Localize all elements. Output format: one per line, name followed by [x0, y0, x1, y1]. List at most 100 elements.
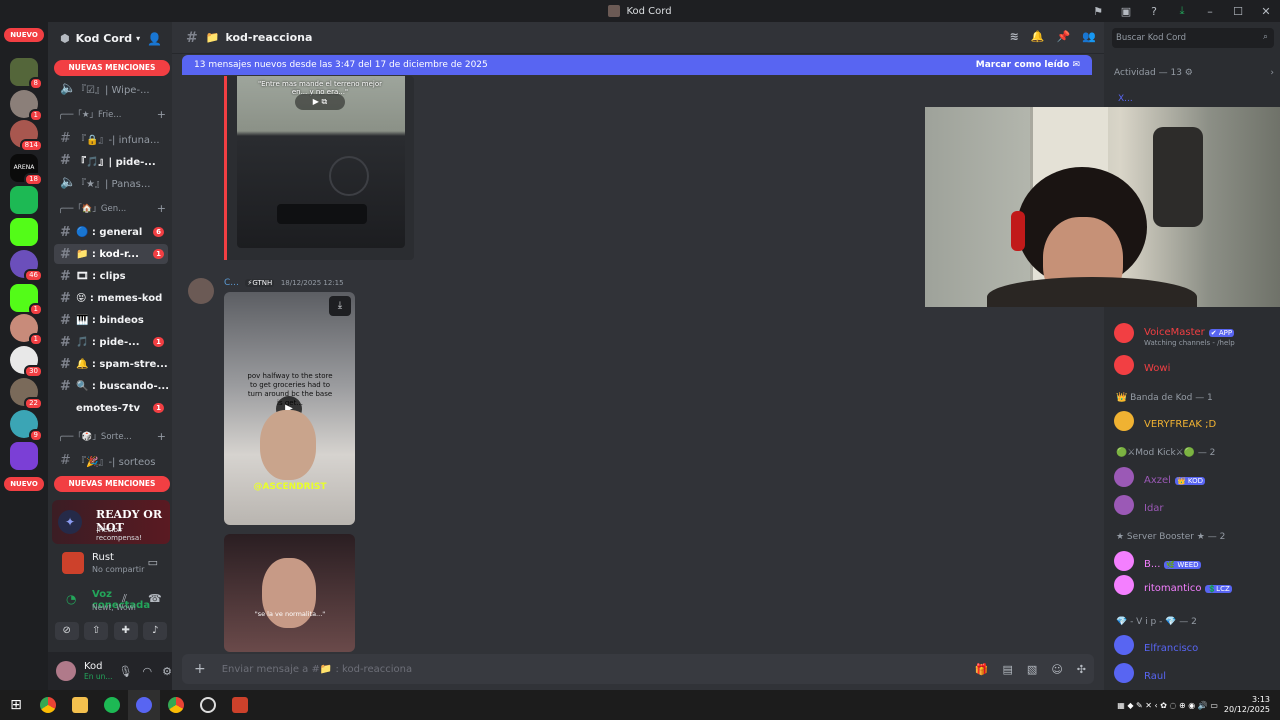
noise-suppression-icon[interactable]: ⫽	[122, 592, 127, 606]
member-list-icon[interactable]: 👥	[1082, 30, 1096, 43]
channel-item[interactable]: 🔈 『★』| Panas...	[54, 172, 168, 192]
add-channel-icon[interactable]: +	[157, 108, 166, 121]
server-icon-kick[interactable]	[10, 186, 38, 214]
channel-category[interactable]: ╭──「🎲」Sorte... +	[58, 430, 168, 443]
channel-item[interactable]: 🔈 『☑』| Wipe-...	[54, 78, 168, 98]
channel-item[interactable]: # 『🎉』-| sorteos	[54, 450, 168, 470]
video-1[interactable]: "Entre mas mande el terreno mejor en... …	[237, 76, 405, 248]
member-item[interactable]: Raul	[1114, 662, 1274, 684]
sticker-icon[interactable]: ▧	[1027, 663, 1037, 676]
channel-item[interactable]: # 🎹 : bindeos	[54, 310, 168, 330]
server-icon-8[interactable]: 1	[10, 284, 43, 316]
mark-as-read-button[interactable]: Marcar como leído ✉	[976, 60, 1080, 70]
avatar[interactable]	[56, 661, 76, 681]
microphone-icon[interactable]: 🎙	[119, 665, 133, 678]
guild-header[interactable]: ⬢ Kod Cord ▾ 👤	[48, 22, 172, 54]
member-item[interactable]: ritomantico 💲LCZ	[1114, 574, 1274, 596]
activity-first-item[interactable]: X...	[1118, 94, 1133, 104]
activities-icon[interactable]: ✚	[113, 622, 138, 640]
server-icon-11[interactable]: 22	[10, 378, 43, 410]
avatar[interactable]	[188, 278, 214, 304]
member-item[interactable]: VoiceMaster ✔ APP Watching channels - /hel…	[1114, 322, 1274, 347]
new-servers-pill-bottom[interactable]: NUEVO	[4, 477, 44, 491]
add-attachment-icon[interactable]: +	[194, 661, 206, 677]
headphones-icon[interactable]: ◠	[143, 665, 153, 678]
new-mentions-pill-top[interactable]: NUEVAS MENCIONES	[54, 60, 170, 76]
gif-icon[interactable]: ▤	[1003, 663, 1013, 676]
video-3[interactable]: "se la ve normalita..."	[224, 534, 355, 652]
gift-icon[interactable]: 🎁	[975, 663, 989, 676]
server-icon-arena[interactable]: ARENA 18	[10, 154, 43, 186]
game-promo-card[interactable]: ✦ READY OR NOT ¡Recibir recompensa!	[52, 500, 170, 544]
tray-icons[interactable]: ▦ ◆ ✎ ✕ ‹ ✿ ◌ ⊕ ◉ 🔊 ▭	[1117, 701, 1218, 710]
notification-bell-icon[interactable]: 🔔	[1031, 30, 1045, 43]
server-icon-3[interactable]: 814	[10, 120, 43, 152]
add-channel-icon[interactable]: +	[157, 202, 166, 215]
chrome-icon[interactable]	[32, 690, 64, 720]
spotify-icon[interactable]	[96, 690, 128, 720]
video-2[interactable]: ⤓ pov halfway to the store to get grocer…	[224, 292, 355, 525]
server-icon-7[interactable]: 46	[10, 250, 43, 282]
server-icon-10[interactable]: 30	[10, 346, 43, 378]
message-author[interactable]: C...	[224, 278, 239, 288]
settings-icon[interactable]: ⚙	[162, 665, 172, 678]
new-messages-bar[interactable]: 13 mensajes nuevos desde las 3:47 del 17…	[182, 55, 1092, 75]
file-explorer-icon[interactable]	[64, 690, 96, 720]
message-composer[interactable]: + Enviar mensaje a #📁 : kod-reacciona 🎁 …	[182, 654, 1094, 684]
clock[interactable]: 3:13 20/12/2025	[1224, 695, 1270, 715]
new-mentions-pill-bottom[interactable]: NUEVAS MENCIONES	[54, 476, 170, 492]
server-icon-12[interactable]: 9	[10, 410, 43, 442]
camera-off-icon[interactable]: ⊘	[54, 622, 79, 640]
channel-item[interactable]: # 🔍 : buscando-...	[54, 376, 168, 396]
channel-item[interactable]: # 🔔 : spam-stre...	[54, 354, 168, 374]
soundboard-icon[interactable]: ♪	[143, 622, 168, 640]
member-item[interactable]: B... 🌿 WEED	[1114, 550, 1274, 572]
member-item[interactable]: VERYFREAK ;D	[1114, 410, 1274, 432]
obs-icon[interactable]	[192, 690, 224, 720]
activity-header[interactable]: Actividad — 13 ⚙ ›	[1114, 68, 1274, 78]
screen-share-icon[interactable]: ⇧	[84, 622, 109, 640]
server-icon-13[interactable]	[10, 442, 38, 470]
server-icon-1[interactable]: 8	[10, 58, 43, 90]
message-input[interactable]: Enviar mensaje a #📁 : kod-reacciona	[222, 664, 412, 675]
channel-item[interactable]: # 🔵 : general 6	[54, 222, 168, 242]
pin-icon[interactable]: 📌	[1057, 30, 1071, 43]
member-item[interactable]: Idar	[1114, 494, 1274, 516]
search-input[interactable]: Buscar Kod Cord	[1112, 28, 1274, 48]
apps-icon[interactable]: ✣	[1077, 663, 1086, 676]
member-item[interactable]: Wowi	[1114, 354, 1274, 376]
disconnect-icon[interactable]: ☎	[148, 592, 162, 605]
screen-icon[interactable]: ▣	[1112, 5, 1140, 18]
discord-icon[interactable]	[128, 690, 160, 720]
channel-item[interactable]: # 『🔒』-| infuna...	[54, 128, 168, 148]
server-icon-6[interactable]	[10, 218, 38, 246]
new-servers-pill-top[interactable]: NUEVO	[4, 28, 44, 42]
download-icon[interactable]: ⤓	[1168, 4, 1196, 18]
channel-category[interactable]: ╭──「🏠」Gen... +	[58, 202, 168, 215]
maximize-button[interactable]: ☐	[1224, 5, 1252, 18]
chrome-profile-icon[interactable]	[160, 690, 192, 720]
member-item[interactable]: Axzel 👑 KOD	[1114, 466, 1274, 488]
add-user-icon[interactable]: 👤	[147, 32, 162, 46]
member-item[interactable]: Elfrancisco	[1114, 634, 1274, 656]
server-icon-9[interactable]: 1	[10, 314, 43, 346]
minimize-button[interactable]: –	[1196, 5, 1224, 18]
channel-item[interactable]: # 📁 : kod-r... 1	[54, 244, 168, 264]
download-icon[interactable]: ⤓	[329, 296, 351, 316]
channel-category[interactable]: ╭──「★」Frie... +	[58, 108, 168, 121]
rust-app-icon[interactable]	[224, 690, 256, 720]
close-button[interactable]: ✕	[1252, 5, 1280, 18]
threads-icon[interactable]: ≋	[1010, 30, 1019, 43]
channel-item[interactable]: emotes-7tv 1	[54, 398, 168, 418]
emoji-icon[interactable]: ☺	[1051, 663, 1062, 676]
channel-item[interactable]: # 『🎵』| pide-...	[54, 150, 168, 170]
help-icon[interactable]: ?	[1140, 5, 1168, 18]
channel-item[interactable]: # 🎞 : clips	[54, 266, 168, 286]
start-button[interactable]: ⊞	[0, 690, 32, 720]
channel-item[interactable]: # 🎵 : pide-... 1	[54, 332, 168, 352]
inbox-icon[interactable]: ⚑	[1084, 5, 1112, 18]
channel-item[interactable]: # 😝 : memes-kod	[54, 288, 168, 308]
add-channel-icon[interactable]: +	[157, 430, 166, 443]
server-icon-2[interactable]: 1	[10, 90, 43, 122]
stream-icon[interactable]: ▭	[148, 556, 158, 569]
